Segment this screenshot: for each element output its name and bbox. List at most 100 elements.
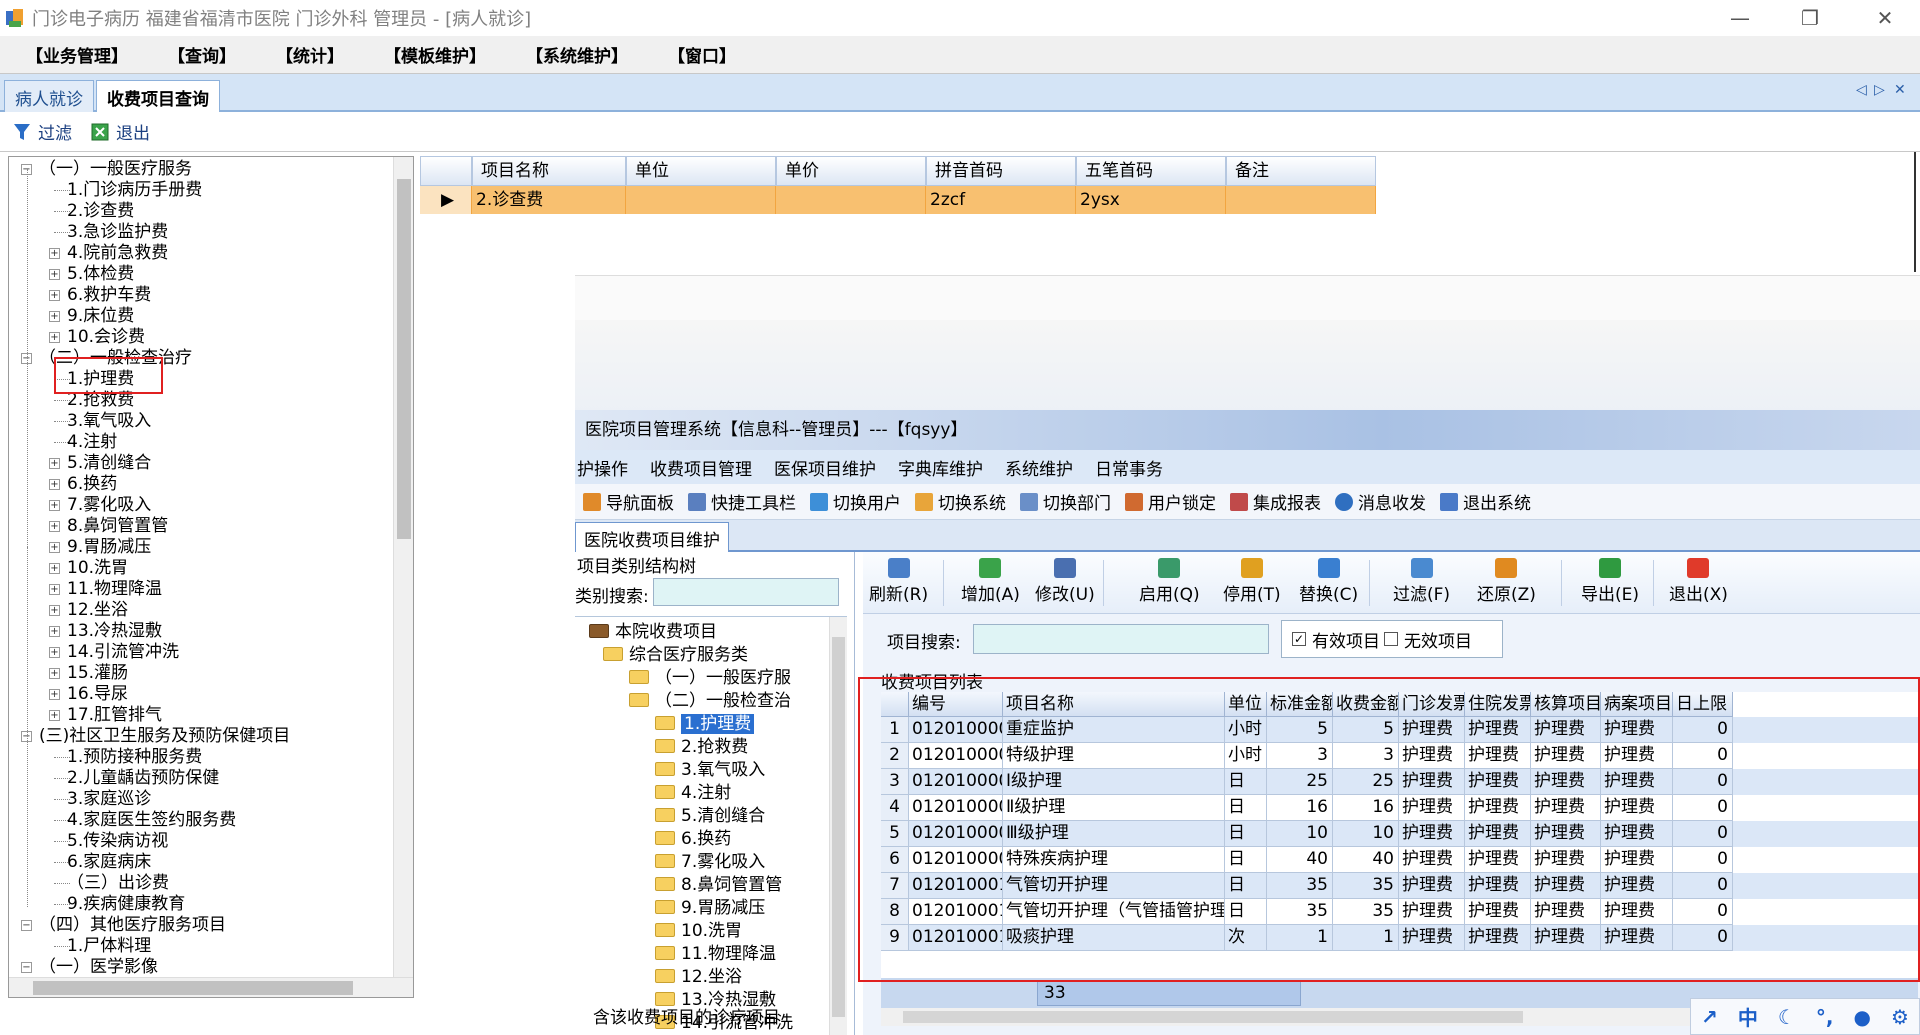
add-button[interactable]: 增加(A)	[961, 558, 1020, 605]
ov-menu-daily[interactable]: 日常事务	[1095, 455, 1163, 480]
tree-node[interactable]: 10.会诊费	[67, 327, 145, 348]
expand-icon[interactable]: +	[49, 248, 60, 259]
tree-node[interactable]: 3.家庭巡诊	[67, 789, 151, 810]
menu-statistics[interactable]: 【统计】	[276, 42, 344, 67]
exit-system-button[interactable]: 退出系统	[1440, 489, 1531, 514]
cell-remark[interactable]	[1226, 186, 1376, 214]
switch-user-button[interactable]: 切换用户	[810, 489, 901, 514]
tab-fee-query[interactable]: 收费项目查询	[96, 80, 220, 114]
tab-fee-maintenance[interactable]: 医院收费项目维护	[575, 522, 729, 552]
tree-node[interactable]: （四）其他医疗服务项目	[39, 915, 226, 936]
tree-node[interactable]: （一）医学影像	[39, 957, 158, 978]
filter-button[interactable]: 过滤	[12, 119, 72, 144]
col-price[interactable]: 单价	[776, 156, 926, 186]
col-pinyin[interactable]: 拼音首码	[926, 156, 1076, 186]
overlay-tree-node[interactable]: 4.注射	[655, 782, 731, 805]
overlay-tree-node[interactable]: （二）一般检查治	[629, 690, 791, 713]
refresh-button[interactable]: 刷新(R)	[869, 558, 928, 605]
exit-button[interactable]: 退出(X)	[1669, 558, 1728, 605]
menu-window[interactable]: 【窗口】	[668, 42, 736, 67]
expand-icon[interactable]: +	[49, 500, 60, 511]
replace-button[interactable]: 替换(C)	[1299, 558, 1358, 605]
tree-node[interactable]: 11.物理降温	[67, 579, 162, 600]
tree-node[interactable]: 13.冷热湿敷	[67, 621, 162, 642]
tree-node[interactable]: 4.院前急救费	[67, 243, 168, 264]
overlay-tree-node[interactable]: 5.清创缝合	[655, 805, 765, 828]
expand-icon[interactable]: +	[49, 647, 60, 658]
moon-icon[interactable]: ☾	[1778, 1005, 1796, 1029]
punctuation-icon[interactable]: °,	[1816, 1005, 1834, 1029]
close-button[interactable]: ✕	[1855, 0, 1915, 36]
tree-node[interactable]: 2.诊查费	[67, 201, 134, 222]
tree-node[interactable]: 14.引流管冲洗	[67, 642, 179, 663]
overlay-tree-node[interactable]: 综合医疗服务类	[603, 644, 748, 667]
ime-chinese-mode[interactable]: 中	[1738, 1002, 1758, 1031]
scroll-thumb[interactable]	[903, 1011, 1523, 1023]
overlay-tree-node[interactable]: 12.坐浴	[655, 966, 742, 989]
tree-node[interactable]: 5.清创缝合	[67, 453, 151, 474]
expand-icon[interactable]: +	[49, 563, 60, 574]
scroll-thumb[interactable]	[832, 637, 845, 1017]
collapse-icon[interactable]: −	[21, 920, 32, 931]
tree-node[interactable]: 10.洗胃	[67, 558, 128, 579]
overlay-tree-node[interactable]: 10.洗胃	[655, 920, 742, 943]
valid-checkbox[interactable]: ✓	[1292, 632, 1306, 646]
tree-node[interactable]: 2.儿童龋齿预防保健	[67, 768, 219, 789]
cell-wubi[interactable]: 2ysx	[1076, 186, 1226, 214]
user-lock-button[interactable]: 用户锁定	[1125, 489, 1216, 514]
col-remark[interactable]: 备注	[1226, 156, 1376, 186]
tree-node[interactable]: 1.门诊病历手册费	[67, 180, 202, 201]
expand-icon[interactable]: +	[49, 710, 60, 721]
collapse-icon[interactable]: −	[21, 962, 32, 973]
expand-icon[interactable]: +	[49, 626, 60, 637]
tree-node[interactable]: 5.体检费	[67, 264, 134, 285]
tree-node[interactable]: 1.预防接种服务费	[67, 747, 202, 768]
col-unit[interactable]: 单位	[626, 156, 776, 186]
tree-node[interactable]: 6.救护车费	[67, 285, 151, 306]
tree-node[interactable]: 6.家庭病床	[67, 852, 151, 873]
category-search-input[interactable]	[653, 578, 839, 606]
expand-icon[interactable]: +	[49, 269, 60, 280]
quick-toolbar-button[interactable]: 快捷工具栏	[688, 489, 796, 514]
tree-node[interactable]: 4.注射	[67, 432, 117, 453]
tab-next-icon[interactable]: ▷	[1874, 82, 1885, 98]
tree-node[interactable]: （一）一般医疗服务	[39, 159, 192, 180]
expand-icon[interactable]: +	[49, 290, 60, 301]
user-icon[interactable]: ●	[1854, 1005, 1871, 1029]
tree-hscrollbar[interactable]	[9, 977, 413, 997]
minimize-button[interactable]: —	[1710, 0, 1770, 36]
tree-node[interactable]: 16.导尿	[67, 684, 128, 705]
expand-icon[interactable]: +	[49, 689, 60, 700]
restore-button[interactable]: 还原(Z)	[1477, 558, 1536, 605]
disable-button[interactable]: 停用(T)	[1223, 558, 1281, 605]
message-button[interactable]: 消息收发	[1335, 489, 1426, 514]
tree-node[interactable]: 4.家庭医生签约服务费	[67, 810, 236, 831]
menu-query[interactable]: 【查询】	[168, 42, 236, 67]
ov-menu-insurance[interactable]: 医保项目维护	[774, 455, 876, 480]
scroll-thumb[interactable]	[397, 179, 411, 539]
tree-node[interactable]: 15.灌肠	[67, 663, 128, 684]
expand-icon[interactable]: +	[49, 458, 60, 469]
overlay-tree-node[interactable]: 6.换药	[655, 828, 731, 851]
fee-item-grid[interactable]: 项目名称 单位 单价 拼音首码 五笔首码 备注 ▶ 2.诊查费 2zcf 2ys…	[420, 156, 1380, 220]
export-button[interactable]: 导出(E)	[1581, 558, 1639, 605]
tab-patient-visit[interactable]: 病人就诊	[4, 80, 94, 112]
switch-system-button[interactable]: 切换系统	[915, 489, 1006, 514]
filter-button[interactable]: 过滤(F)	[1393, 558, 1450, 605]
overlay-tree-node[interactable]: 11.物理降温	[655, 943, 776, 966]
ov-menu-maint-ops[interactable]: 护操作	[577, 455, 628, 480]
overlay-tree-scrollbar[interactable]	[829, 617, 847, 1035]
expand-icon[interactable]: +	[49, 479, 60, 490]
overlay-tree-node[interactable]: 本院收费项目	[589, 621, 717, 644]
tree-node[interactable]: 1.尸体料理	[67, 936, 151, 957]
tree-node[interactable]: （三）出诊费	[67, 873, 169, 894]
edit-button[interactable]: 修改(U)	[1035, 558, 1095, 605]
ime-expand-icon[interactable]: ↗	[1701, 1005, 1718, 1029]
tree-node[interactable]: 12.坐浴	[67, 600, 128, 621]
expand-icon[interactable]: +	[49, 605, 60, 616]
invalid-checkbox[interactable]	[1384, 632, 1398, 646]
overlay-tree-node[interactable]: 3.氧气吸入	[655, 759, 765, 782]
col-wubi[interactable]: 五笔首码	[1076, 156, 1226, 186]
tree-node[interactable]: 9.胃肠减压	[67, 537, 151, 558]
overlay-tree-node[interactable]: （一）一般医疗服	[629, 667, 791, 690]
